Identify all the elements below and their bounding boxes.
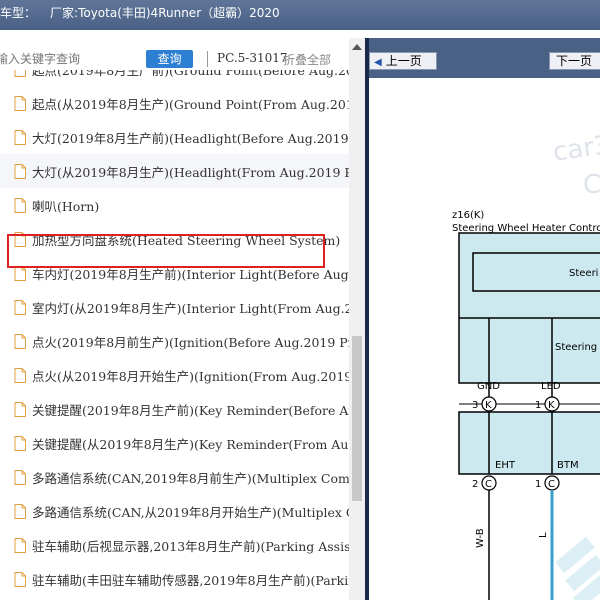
list-item-label: 点火(2019年8月前生产)(Ignition(Before Aug.2019 … — [32, 334, 349, 350]
list-item-label: 起点(2019年8月生产前)(Ground Point(Before Aug.2… — [32, 70, 349, 78]
document-icon — [14, 537, 26, 553]
component-lower-box — [458, 411, 600, 475]
scroll-up-arrow-icon[interactable] — [352, 44, 362, 50]
document-icon — [14, 571, 26, 587]
document-icon — [14, 435, 26, 451]
document-icon — [14, 333, 26, 349]
document-icon — [14, 367, 26, 383]
list-item[interactable]: 驻车辅助(丰田驻车辅助传感器,2019年8月生产前)(Parking Assis… — [0, 562, 349, 596]
pin-num-1a: 1 — [535, 400, 541, 411]
list-item[interactable]: 驻车辅助(后视显示器,2013年8月生产前)(Parking Assist(Re… — [0, 528, 349, 562]
list-item[interactable]: 加热型方向盘系统(Heated Steering Wheel System) — [0, 222, 349, 256]
list-item[interactable]: 大灯(从2019年8月生产)(Headlight(From Aug.2019 P… — [0, 154, 349, 188]
pin-led-label: LED — [541, 381, 561, 392]
box-label-2: Steering — [555, 342, 597, 353]
scroll-thumb[interactable] — [352, 336, 362, 501]
list-item-label: 加热型方向盘系统(Heated Steering Wheel System) — [32, 232, 341, 248]
search-input[interactable] — [0, 48, 136, 70]
list-item[interactable]: 点火(2019年8月前生产)(Ignition(Before Aug.2019 … — [0, 324, 349, 358]
list-item[interactable]: 室内灯(从2019年8月生产)(Interior Light(From Aug.… — [0, 290, 349, 324]
list-item-label: 驻车辅助(丰田驻车辅助传感器,2019年8月生产前)(Parking Assis… — [32, 572, 349, 588]
list-item-label: 驻车辅助(后视显示器,2013年8月生产前)(Parking Assist(Re… — [32, 538, 349, 554]
pin-num-1b: 1 — [535, 479, 541, 490]
list-item-label: 车内灯(2019年8月生产前)(Interior Light(Before Au… — [32, 266, 349, 282]
document-icon — [14, 265, 26, 281]
list-item-label: 点火(从2019年8月开始生产)(Ignition(From Aug.2019 … — [32, 368, 349, 384]
list-item[interactable]: 关键提醒(2019年8月生产前)(Key Reminder(Before Aug… — [0, 392, 349, 426]
box-label-1: Steeri — [569, 268, 598, 279]
next-page-button[interactable]: 下一页 — [549, 52, 600, 70]
document-icon — [14, 197, 26, 213]
connector-k-letter: K — [485, 400, 492, 411]
document-icon — [14, 401, 26, 417]
list-scrollbar[interactable] — [349, 38, 365, 600]
list-item[interactable]: 点火(从2019年8月开始生产)(Ignition(From Aug.2019 … — [0, 358, 349, 392]
document-icon — [14, 231, 26, 247]
wire-l-label: L — [538, 532, 549, 538]
collapse-all-link[interactable]: 折叠全部 — [283, 51, 331, 68]
title-bar: 车型： 厂家:Toyota(丰田)4Runner（超霸）2020 — [0, 0, 600, 30]
vehicle-label: 车型： — [0, 6, 37, 20]
document-viewer: ◀ 上一页 下一页 car3 C z16(K) Steering Wheel He… — [369, 38, 600, 600]
maker-label: 厂家: — [50, 6, 79, 20]
list-item-label: 关键提醒(从2019年8月生产)(Key Reminder(From Aug.2… — [32, 436, 349, 452]
document-icon — [14, 70, 26, 77]
next-page-label: 下一页 — [556, 54, 593, 68]
list-item-label: 室内灯(从2019年8月生产)(Interior Light(From Aug.… — [32, 300, 349, 316]
list-item-label: 起点(从2019年8月生产)(Ground Point(From Aug.201… — [32, 96, 349, 112]
vehicle-model: Toyota(丰田)4Runner（超霸）2020 — [78, 6, 280, 20]
list-item[interactable]: 大灯(2019年8月生产前)(Headlight(Before Aug.2019… — [0, 120, 349, 154]
list-item[interactable]: 多路通信系统(CAN,2019年8月前生产)(Multiplex Communi… — [0, 460, 349, 494]
prev-page-button[interactable]: ◀ 上一页 — [369, 52, 437, 70]
wire-wb-label: W-B — [475, 528, 486, 548]
connector-k-letter-2: K — [548, 400, 555, 411]
document-list: 起点(2019年8月生产前)(Ground Point(Before Aug.2… — [0, 70, 349, 600]
connector-c-letter-2: C — [548, 479, 555, 490]
list-item-label: 大灯(2019年8月生产前)(Headlight(Before Aug.2019… — [32, 130, 349, 146]
pin-num-3: 3 — [472, 400, 478, 411]
search-toolbar: 查询 PC.5-31017 折叠全部 — [0, 46, 365, 72]
pin-btm-label: BTM — [557, 460, 579, 471]
left-panel: 查询 PC.5-31017 折叠全部 起点(2019年8月生产前)(Ground… — [0, 38, 365, 600]
list-item-label: 喇叭(Horn) — [32, 198, 100, 214]
pc-code: PC.5-31017 — [217, 51, 288, 65]
document-icon — [14, 299, 26, 315]
watermark-graphic — [555, 536, 600, 600]
connector-c-letter: C — [485, 479, 492, 490]
document-icon — [14, 129, 26, 145]
arrow-left-icon: ◀ — [374, 57, 382, 68]
document-icon — [14, 95, 26, 111]
document-icon — [14, 503, 26, 519]
document-icon — [14, 469, 26, 485]
list-item-label: 关键提醒(2019年8月生产前)(Key Reminder(Before Aug… — [32, 402, 349, 418]
wiring-diagram: Steeri Steering GND LED 3 K 1 K EHT BTM … — [458, 232, 600, 600]
search-button[interactable]: 查询 — [146, 50, 193, 68]
list-item-label: 多路通信系统(CAN,从2019年8月开始生产)(Multiplex Commu… — [32, 504, 349, 520]
list-item[interactable]: 喇叭(Horn) — [0, 188, 349, 222]
pin-gnd-label: GND — [477, 381, 500, 392]
pin-num-2: 2 — [472, 479, 478, 490]
document-icon — [14, 163, 26, 179]
pin-eht-label: EHT — [495, 460, 516, 471]
list-item-label: 多路通信系统(CAN,2019年8月前生产)(Multiplex Communi… — [32, 470, 349, 486]
list-item[interactable]: 多路通信系统(CAN,从2019年8月开始生产)(Multiplex Commu… — [0, 494, 349, 528]
list-item[interactable]: 起点(2019年8月生产前)(Ground Point(Before Aug.2… — [0, 70, 349, 86]
list-item[interactable]: 起点(从2019年8月生产)(Ground Point(From Aug.201… — [0, 86, 349, 120]
diagram-page: car3 C z16(K) Steering Wheel Heater Cont… — [369, 78, 600, 600]
list-item[interactable]: 车内灯(2019年8月生产前)(Interior Light(Before Au… — [0, 256, 349, 290]
list-item-label: 大灯(从2019年8月生产)(Headlight(From Aug.2019 P… — [32, 164, 349, 180]
toolbar-divider — [207, 51, 208, 67]
prev-page-label: 上一页 — [385, 54, 422, 68]
list-item[interactable]: 关键提醒(从2019年8月生产)(Key Reminder(From Aug.2… — [0, 426, 349, 460]
